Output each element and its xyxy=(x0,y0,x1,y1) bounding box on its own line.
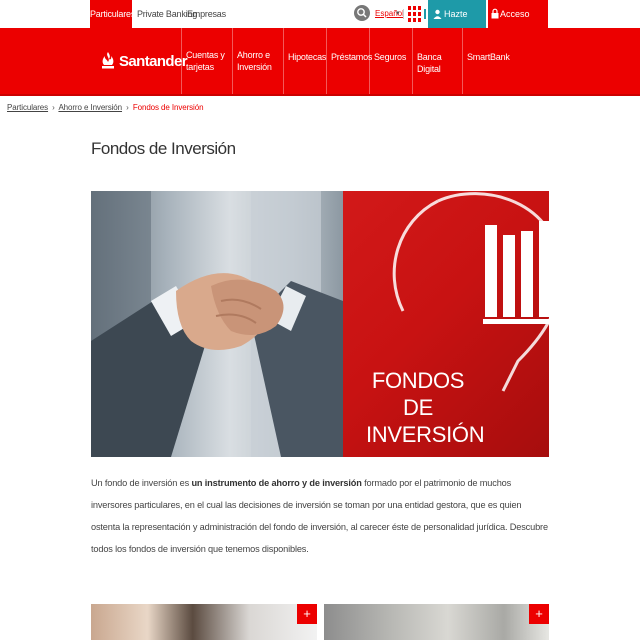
segment-tab-empresas[interactable]: Empresas xyxy=(187,0,226,28)
hero-caption: FONDOS DE INVERSIÓN xyxy=(366,367,485,448)
handshake-image xyxy=(91,191,343,457)
apps-grid-icon[interactable] xyxy=(408,6,421,22)
user-icon xyxy=(433,9,442,19)
nav-item-label: Ahorro e xyxy=(237,50,270,60)
intro-paragraph: Un fondo de inversión es un instrumento … xyxy=(91,472,549,560)
hero-banner: FONDOS DE INVERSIÓN xyxy=(91,191,549,457)
nav-item-banca-digital[interactable]: Banca Digital xyxy=(412,28,462,94)
intro-text: Un fondo de inversión es xyxy=(91,478,192,488)
segment-separator: - xyxy=(182,9,185,19)
chevron-down-icon[interactable]: ▾ xyxy=(396,0,400,28)
fund-card[interactable]: + xyxy=(324,604,549,640)
lock-icon xyxy=(491,8,499,19)
flame-logo-icon xyxy=(102,52,114,69)
nav-item-prestamos[interactable]: Préstamos xyxy=(326,28,373,94)
nav-item-seguros[interactable]: Seguros xyxy=(369,28,412,94)
santander-logo[interactable]: Santander xyxy=(100,47,188,75)
intro-text: formado por el patrimonio de muchos inve… xyxy=(91,478,548,554)
acceso-clientes-button[interactable]: Acceso clientes xyxy=(488,0,548,47)
page-title: Fondos de Inversión xyxy=(91,139,236,158)
logo-wordmark: Santander xyxy=(119,52,188,70)
hero-caption-line: FONDOS DE xyxy=(371,368,465,420)
plus-icon[interactable]: + xyxy=(297,604,317,624)
nav-item-label: Hipotecas xyxy=(288,52,327,62)
nav-item-label: tarjetas xyxy=(186,62,214,72)
nav-item-label: Préstamos xyxy=(331,52,373,62)
nav-item-label: Banca Digital xyxy=(417,52,442,74)
breadcrumb-link-ahorro-e-inversion[interactable]: Ahorro e Inversión xyxy=(58,103,122,112)
hero-caption-line: INVERSIÓN xyxy=(366,422,485,447)
fund-card[interactable]: + xyxy=(91,604,317,640)
chevron-right-icon: › xyxy=(52,103,55,112)
nav-item-ahorro-e-inversion[interactable]: Ahorro e Inversión xyxy=(232,28,283,94)
hazte-cliente-button[interactable]: Hazte cliente xyxy=(428,0,486,47)
search-icon[interactable] xyxy=(354,5,370,21)
hero-red-panel: FONDOS DE INVERSIÓN xyxy=(343,191,549,457)
breadcrumb-link-particulares[interactable]: Particulares xyxy=(7,103,48,112)
nav-item-label: Cuentas y xyxy=(186,50,225,60)
plus-icon[interactable]: + xyxy=(529,604,549,624)
nav-item-label: Seguros xyxy=(374,52,407,62)
nav-item-hipotecas[interactable]: Hipotecas xyxy=(283,28,326,94)
breadcrumb-current: Fondos de Inversión xyxy=(132,103,204,112)
divider xyxy=(424,9,426,19)
nav-item-label: Inversión xyxy=(237,62,272,72)
nav-bottom-border xyxy=(0,94,640,96)
top-utility-bar: Particulares Private Banking - Empresas … xyxy=(0,0,640,47)
segment-tab-particulares[interactable]: Particulares xyxy=(90,0,135,28)
intro-highlight: un instrumento de ahorro y de inversión xyxy=(191,478,362,488)
chevron-right-icon: › xyxy=(126,103,129,112)
nav-item-smartbank[interactable]: SmartBank xyxy=(462,28,510,94)
nav-item-cuentas-y-tarjetas[interactable]: Cuentas y tarjetas xyxy=(181,28,232,94)
nav-item-label: SmartBank xyxy=(467,52,510,62)
breadcrumb: Particulares › Ahorro e Inversión › Fond… xyxy=(7,103,204,112)
divider xyxy=(403,9,404,19)
